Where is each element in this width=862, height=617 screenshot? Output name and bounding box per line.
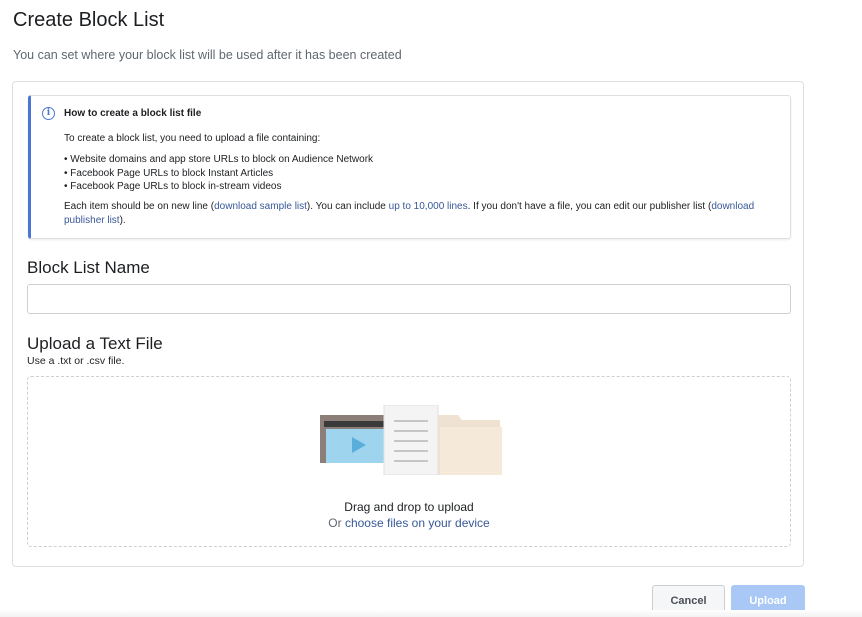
info-footer-text: Each item should be on new line (: [64, 201, 215, 212]
info-footer-text: ). You can include: [306, 201, 389, 212]
bottom-edge: [0, 610, 862, 617]
list-item: Facebook Page URLs to block Instant Arti…: [64, 167, 373, 181]
create-block-list-card: i How to create a block list file To cre…: [12, 81, 804, 567]
info-footer-text: . If you don't have a file, you can edit…: [467, 201, 712, 212]
upload-hint: Use a .txt or .csv file.: [27, 355, 125, 367]
download-sample-list-link[interactable]: download sample list: [214, 201, 307, 212]
file-dropzone[interactable]: Drag and drop to upload Or choose files …: [27, 376, 791, 547]
choose-files-line: Or choose files on your device: [28, 516, 790, 530]
block-list-name-input[interactable]: [27, 284, 791, 314]
upload-heading: Upload a Text File: [27, 334, 163, 353]
files-illustration-icon: [320, 405, 502, 475]
drop-instruction: Drag and drop to upload: [344, 500, 474, 514]
page-subtitle: You can set where your block list will b…: [13, 48, 402, 62]
info-footer-text: ).: [119, 214, 126, 226]
list-item: Facebook Page URLs to block in-stream vi…: [64, 180, 373, 194]
choose-files-link[interactable]: choose files on your device: [345, 516, 490, 530]
info-icon: i: [42, 107, 55, 120]
info-list: Website domains and app store URLs to bl…: [64, 153, 373, 194]
block-list-name-heading: Block List Name: [27, 258, 150, 277]
page-title: Create Block List: [13, 9, 165, 31]
info-box: i How to create a block list file To cre…: [28, 95, 791, 239]
info-footer: Each item should be on new line (downloa…: [64, 200, 779, 227]
info-intro: To create a block list, you need to uplo…: [64, 133, 321, 144]
info-title: How to create a block list file: [64, 108, 202, 119]
or-text: Or: [328, 516, 345, 530]
list-item: Website domains and app store URLs to bl…: [64, 153, 373, 167]
line-limit-link[interactable]: up to 10,000 lines: [389, 201, 468, 212]
